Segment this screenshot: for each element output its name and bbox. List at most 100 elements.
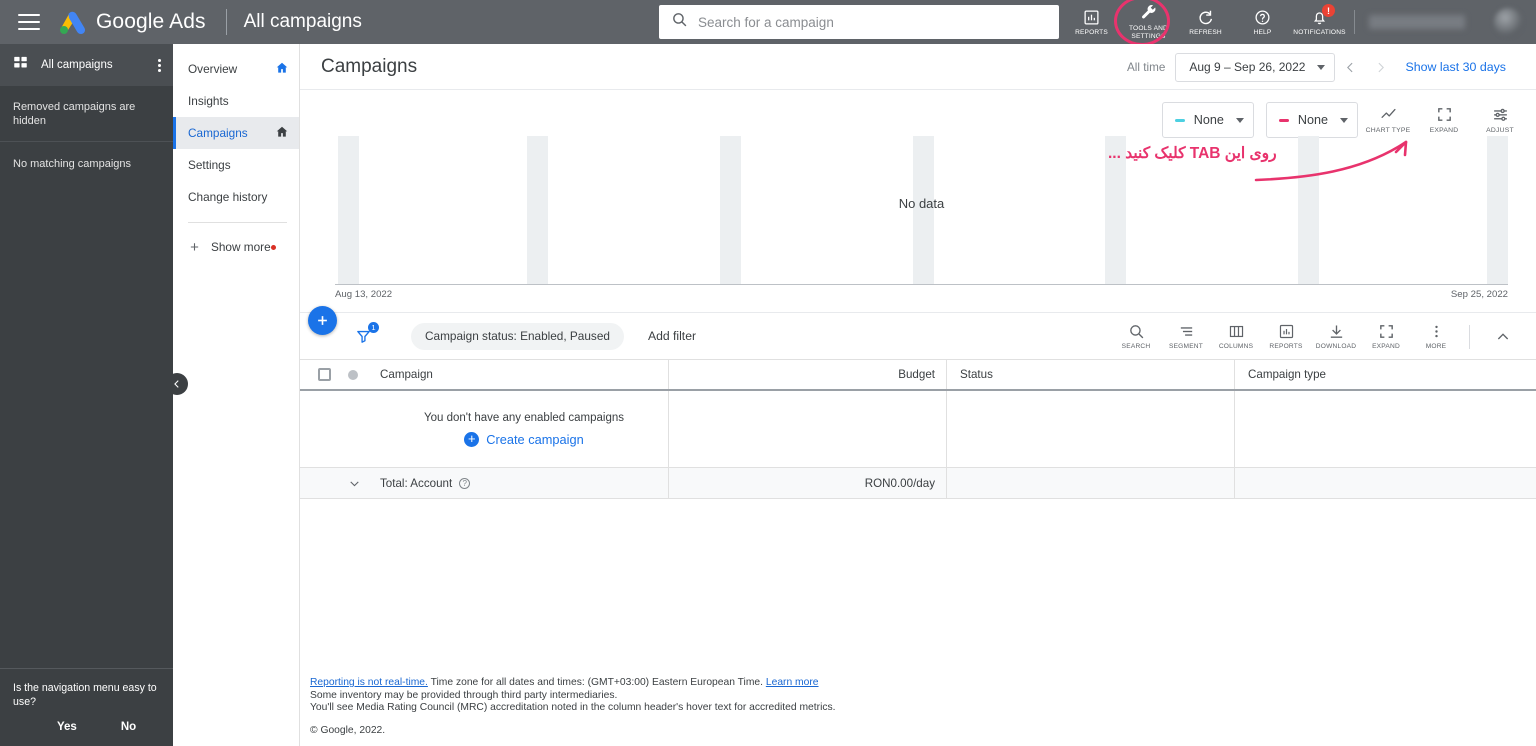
home-icon	[275, 125, 289, 142]
previous-period-button[interactable]	[1335, 52, 1365, 82]
sidebar-account-row[interactable]: All campaigns	[0, 44, 173, 86]
total-expand-toggle[interactable]	[300, 468, 380, 498]
chart-adjust-button[interactable]: ADJUST	[1474, 106, 1526, 134]
filter-chip-campaign-status[interactable]: Campaign status: Enabled, Paused	[411, 322, 624, 350]
chevron-left-icon	[1346, 62, 1353, 72]
sidebar-item-change-history[interactable]: Change history	[173, 181, 299, 213]
search-input[interactable]	[698, 14, 1047, 30]
table-download-button[interactable]: DOWNLOAD	[1311, 323, 1361, 350]
header-select-cell	[300, 360, 380, 389]
plus-icon: +	[464, 431, 480, 447]
table-segment-label: SEGMENT	[1168, 343, 1203, 350]
show-last-30-days-link[interactable]: Show last 30 days	[1405, 60, 1506, 74]
table-segment-button[interactable]: SEGMENT	[1161, 323, 1211, 350]
expand-icon	[1437, 108, 1451, 121]
chevron-down-icon	[1235, 117, 1244, 123]
show-more-button[interactable]: + Show more	[173, 232, 299, 262]
survey-no-button[interactable]: No	[121, 721, 136, 733]
header-status[interactable]: Status	[947, 360, 1235, 389]
brand-name: Google Ads	[96, 10, 206, 33]
new-campaign-fab[interactable]	[308, 306, 337, 335]
date-range-value: Aug 9 – Sep 26, 2022	[1189, 60, 1306, 74]
metric-selector-right[interactable]: None	[1265, 102, 1358, 138]
page-title: Campaigns	[321, 55, 418, 77]
page-header: Campaigns All time Aug 9 – Sep 26, 2022 …	[300, 44, 1536, 90]
sidebar-item-overview[interactable]: Overview	[173, 53, 299, 85]
toolbar-reports[interactable]: REPORTS	[1063, 0, 1120, 44]
actions-divider	[1469, 324, 1470, 349]
select-all-checkbox[interactable]	[318, 368, 331, 381]
new-indicator-dot	[270, 244, 276, 250]
table-actions: SEARCH SEGMENT COLUMNS REPORTS DOWNLOAD …	[1111, 313, 1528, 360]
wrench-icon	[1140, 4, 1158, 23]
expand-icon	[1379, 325, 1393, 338]
sidebar-collapse-handle[interactable]	[166, 373, 188, 395]
table-empty-state-row: You don't have any enabled campaigns + C…	[300, 391, 1536, 468]
sidebar-nomatch-note: No matching campaigns	[13, 158, 132, 170]
chart-axis-end-label: Sep 25, 2022	[1450, 289, 1508, 300]
google-ads-app: Google Ads All campaigns REPORTS	[0, 0, 1536, 746]
brand: Google Ads	[57, 9, 206, 35]
status-filter-dot[interactable]	[348, 369, 358, 380]
more-vert-icon	[1434, 325, 1438, 338]
table-search-button[interactable]: SEARCH	[1111, 323, 1161, 350]
survey-yes-button[interactable]: Yes	[57, 721, 77, 733]
metric-color-swatch-right	[1278, 118, 1289, 122]
page-footer: Reporting is not real-time. Time zone fo…	[310, 677, 836, 738]
toolbar-notifications[interactable]: ! NOTIFICATIONS	[1291, 0, 1348, 44]
table-total-row: Total: Account ? RON0.00/day	[300, 468, 1536, 499]
nav-label-insights: Insights	[188, 94, 229, 108]
filter-toolbar: 1 Campaign status: Enabled, Paused Add f…	[300, 312, 1536, 359]
plus-icon: +	[190, 238, 199, 256]
performance-chart: None None CHART TYPE EXPAND ADJUST No da…	[300, 90, 1536, 335]
reporting-not-realtime-link[interactable]: Reporting is not real-time.	[310, 677, 428, 688]
chart-type-button[interactable]: CHART TYPE	[1362, 106, 1414, 134]
sidebar-item-campaigns[interactable]: Campaigns	[173, 117, 299, 149]
learn-more-link[interactable]: Learn more	[766, 677, 819, 688]
table-reports-button[interactable]: REPORTS	[1261, 323, 1311, 350]
table-download-label: DOWNLOAD	[1315, 343, 1357, 350]
next-period-button[interactable]	[1365, 52, 1395, 82]
sidebar-item-insights[interactable]: Insights	[173, 85, 299, 117]
table-reports-label: REPORTS	[1269, 343, 1303, 350]
chart-no-data-message: No data	[898, 196, 945, 211]
chart-expand-button[interactable]: EXPAND	[1418, 106, 1470, 134]
more-vert-icon[interactable]	[158, 58, 161, 72]
avatar[interactable]	[1494, 8, 1522, 36]
filter-button[interactable]: 1	[350, 322, 379, 349]
date-range-selector[interactable]: Aug 9 – Sep 26, 2022	[1175, 52, 1336, 82]
table-columns-button[interactable]: COLUMNS	[1211, 323, 1261, 350]
header-campaign-type[interactable]: Campaign type	[1235, 360, 1536, 389]
table-expand-button[interactable]: EXPAND	[1361, 323, 1411, 350]
filter-count-badge: 1	[368, 322, 379, 333]
total-label: Total: Account	[380, 476, 453, 490]
metric-selector-left[interactable]: None	[1161, 102, 1254, 138]
toolbar-tools-and-settings[interactable]: TOOLS AND SETTINGS	[1120, 0, 1177, 44]
menu-icon[interactable]	[18, 14, 40, 30]
plus-icon	[318, 316, 327, 325]
empty-state-message: You don't have any enabled campaigns	[424, 411, 624, 424]
add-filter-button[interactable]: Add filter	[648, 329, 696, 343]
chevron-down-icon	[350, 480, 359, 486]
toolbar-help[interactable]: HELP	[1234, 0, 1291, 44]
toolbar-refresh[interactable]: REFRESH	[1177, 0, 1234, 44]
account-name-redacted	[1369, 15, 1465, 29]
create-campaign-link[interactable]: + Create campaign	[464, 431, 584, 447]
toolbar-icons: REPORTS TOOLS AND SETTINGS REFRESH HELP …	[1063, 0, 1465, 44]
table-more-button[interactable]: MORE	[1411, 323, 1461, 350]
collapse-chart-button[interactable]	[1478, 329, 1528, 345]
header-budget[interactable]: Budget	[669, 360, 947, 389]
date-range-controls: All time Aug 9 – Sep 26, 2022 Show last …	[1127, 44, 1528, 90]
header-campaign[interactable]: Campaign	[380, 360, 669, 389]
metric-right-value: None	[1297, 113, 1328, 127]
chevron-right-icon	[1378, 62, 1384, 72]
nav-label-settings: Settings	[188, 158, 231, 172]
nav-label-change-history: Change history	[188, 190, 268, 204]
campaign-search[interactable]	[659, 5, 1059, 39]
help-icon[interactable]: ?	[459, 477, 471, 489]
sidebar-item-settings[interactable]: Settings	[173, 149, 299, 181]
adjust-icon	[1493, 108, 1507, 121]
search-icon	[671, 11, 688, 33]
main-content: Campaigns All time Aug 9 – Sep 26, 2022 …	[300, 44, 1536, 746]
sidebar-removed-note: Removed campaigns are hidden	[0, 86, 173, 142]
